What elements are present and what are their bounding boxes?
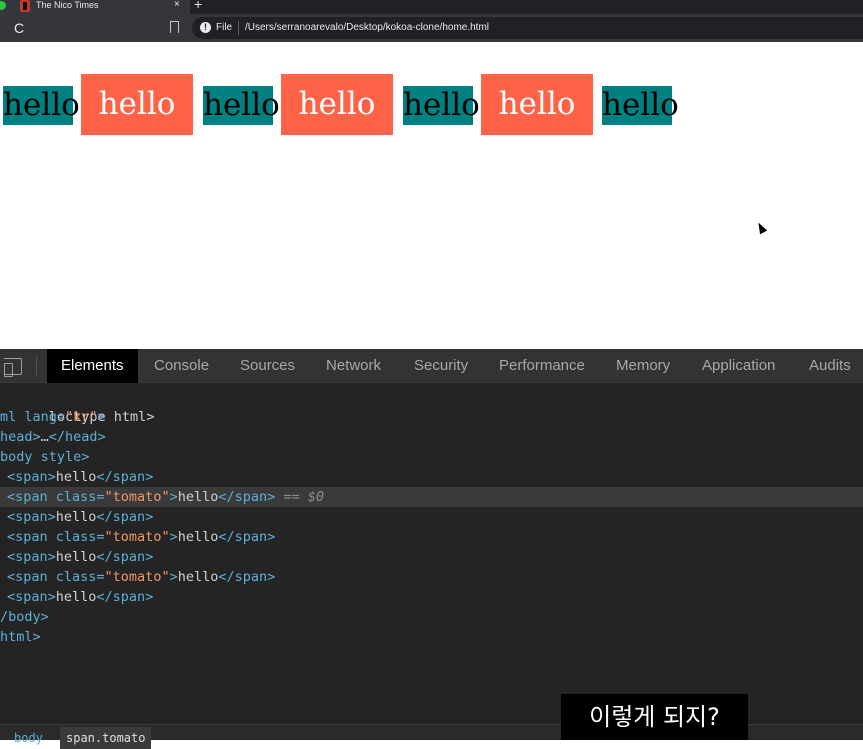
dom-tree: loctype html> ml lang="kr"> head>…</head… <box>0 383 863 723</box>
span-tomato-3: hello <box>481 74 593 135</box>
tab-strip: The Nico Times × + <box>0 0 863 14</box>
url-text[interactable]: /Users/serranoarevalo/Desktop/kokoa-clon… <box>245 21 489 35</box>
reload-icon[interactable]: C <box>14 20 24 36</box>
dom-node-html-close[interactable]: html> <box>0 627 41 647</box>
dom-node-span-tomato[interactable]: <span class="tomato">hello</span> <box>0 567 275 587</box>
tab-security[interactable]: Security <box>400 349 482 383</box>
dom-node-span[interactable]: <span>hello</span> <box>0 587 153 607</box>
dom-node-head[interactable]: head>…</head> <box>0 427 106 447</box>
device-toolbar-icon[interactable] <box>4 358 22 377</box>
video-subtitle: 이렇게 되지? <box>561 694 748 740</box>
dom-node-span-tomato-selected[interactable]: <span class="tomato">hello</span> == $0 <box>0 487 863 507</box>
dom-node-body[interactable]: body style> <box>0 447 89 467</box>
devtools-tab-bar: Elements Console Sources Network Securit… <box>0 349 863 383</box>
mouse-cursor-icon <box>754 220 768 235</box>
span-hello-1: hello <box>3 86 80 125</box>
dom-node-span[interactable]: <span>hello</span> <box>0 467 153 487</box>
dom-node-span[interactable]: <span>hello</span> <box>0 507 153 527</box>
info-icon[interactable]: ! <box>200 22 211 33</box>
breadcrumb-span-tomato[interactable]: span.tomato <box>60 727 152 749</box>
span-hello-4: hello <box>602 86 679 125</box>
dom-node-body-close[interactable]: /body> <box>0 607 49 627</box>
browser-toolbar: C ! File /Users/serranoarevalo/Desktop/k… <box>0 14 863 42</box>
dom-node-span[interactable]: <span>hello</span> <box>0 547 153 567</box>
span-tomato-1: hello <box>81 74 193 135</box>
tab-title: The Nico Times <box>36 0 99 10</box>
dom-node-html[interactable]: ml lang="kr"> <box>0 407 106 427</box>
tab-performance[interactable]: Performance <box>485 349 599 383</box>
netflix-favicon-icon <box>20 0 30 12</box>
span-hello-3: hello <box>403 86 480 125</box>
browser-tab[interactable]: The Nico Times × <box>0 0 190 14</box>
tab-divider <box>36 357 37 375</box>
tab-console[interactable]: Console <box>140 349 223 383</box>
devtools-panel: Elements Console Sources Network Securit… <box>0 349 863 749</box>
span-tomato-2: hello <box>281 74 393 135</box>
protocol-label: File <box>216 22 233 33</box>
bookmark-icon[interactable] <box>170 21 179 33</box>
span-hello-2: hello <box>203 86 280 125</box>
page-viewport: hello hello hello hello hello hello hell… <box>0 42 863 349</box>
address-bar[interactable]: ! File /Users/serranoarevalo/Desktop/kok… <box>192 17 863 39</box>
tab-network[interactable]: Network <box>312 349 395 383</box>
close-tab-icon[interactable]: × <box>174 0 180 11</box>
tab-application[interactable]: Application <box>688 349 789 383</box>
tab-audits[interactable]: Audits <box>795 349 863 383</box>
address-divider <box>238 21 239 35</box>
new-tab-icon[interactable]: + <box>194 0 202 11</box>
dom-node-span-tomato[interactable]: <span class="tomato">hello</span> <box>0 527 275 547</box>
tab-sources[interactable]: Sources <box>226 349 309 383</box>
breadcrumb-body[interactable]: body <box>14 727 43 749</box>
tab-elements[interactable]: Elements <box>47 349 138 383</box>
window-control-icon[interactable] <box>0 1 6 10</box>
selected-node-marker: == $0 <box>275 489 325 505</box>
tab-memory[interactable]: Memory <box>602 349 684 383</box>
dom-node-doctype[interactable]: loctype html> <box>0 387 155 425</box>
